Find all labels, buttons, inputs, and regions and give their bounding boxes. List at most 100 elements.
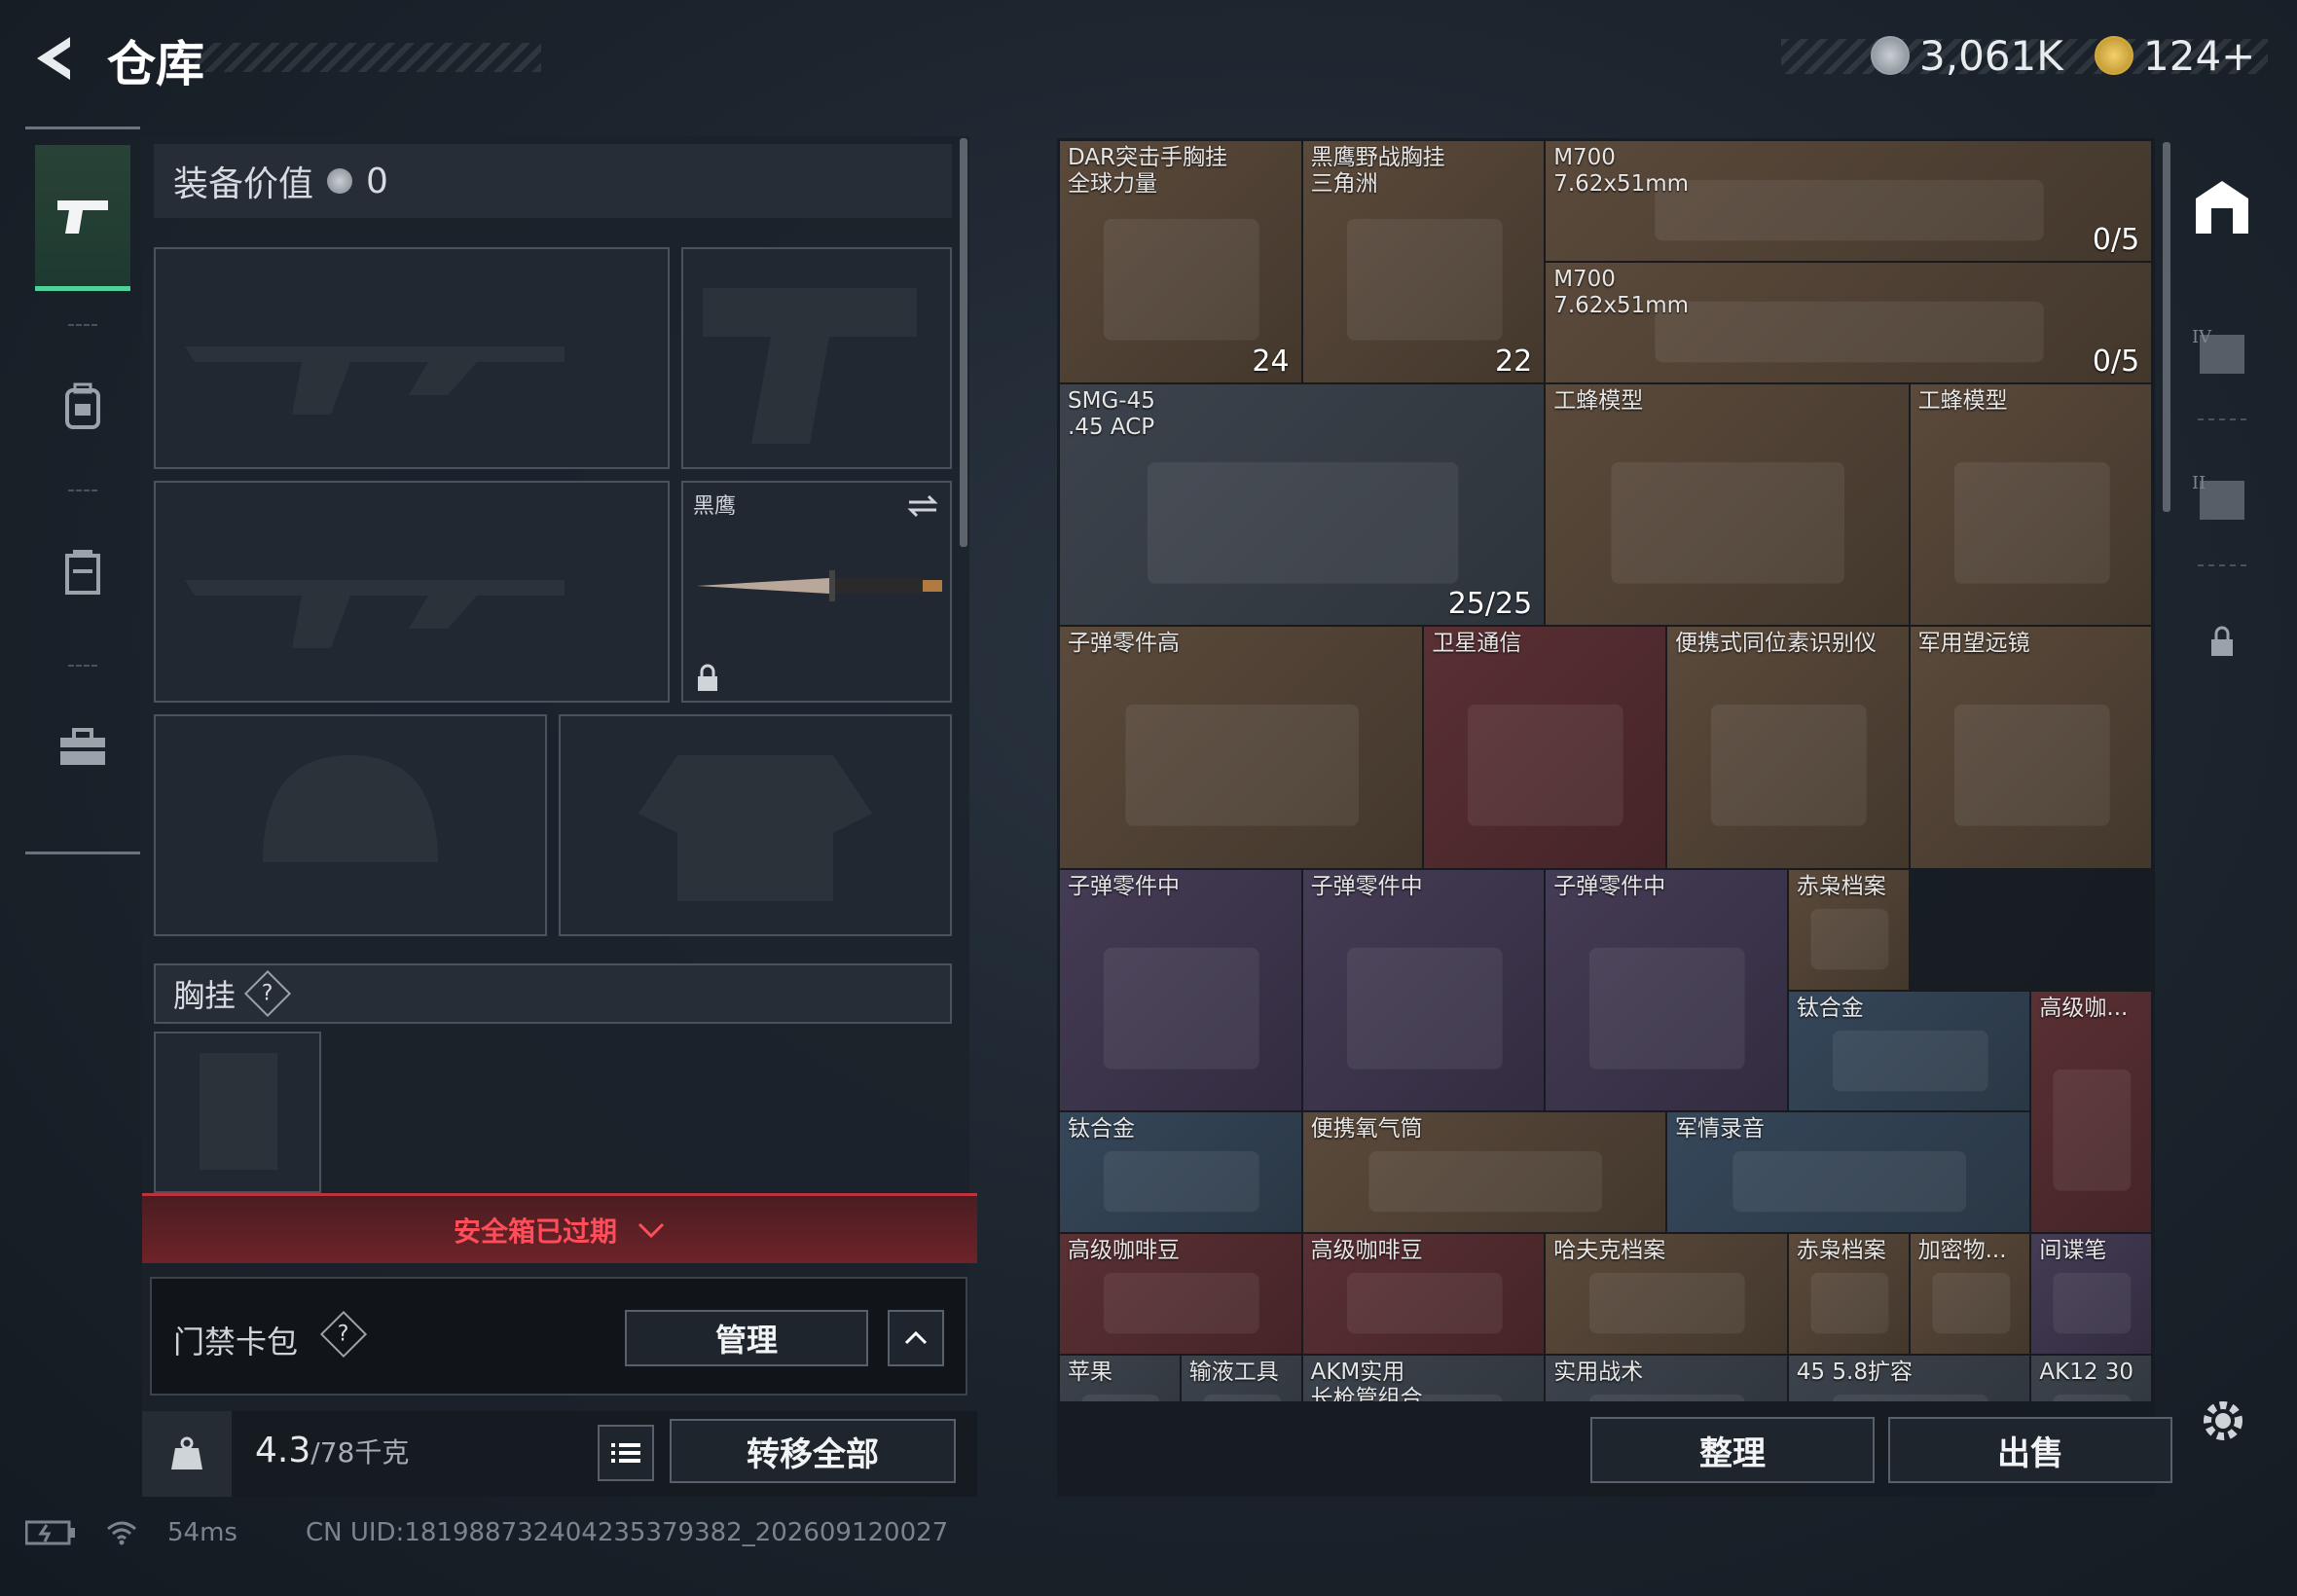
collapse-button[interactable] xyxy=(888,1310,944,1366)
item-name: M700 7.62x51mm xyxy=(1553,145,1690,197)
item-count: 0/5 xyxy=(2092,222,2140,257)
storage-tab-main[interactable] xyxy=(2190,175,2254,243)
storage-item[interactable]: 赤枭档案 xyxy=(1787,868,1910,991)
silver-currency: 3,061K xyxy=(1871,27,2063,84)
svg-text:IV: IV xyxy=(2192,327,2212,347)
nav-weapons[interactable] xyxy=(35,145,130,291)
storage-item[interactable]: 哈夫克档案 xyxy=(1545,1233,1788,1355)
storage-item[interactable]: M700 7.62x51mm 0/5 xyxy=(1545,261,2153,383)
chest-rig-slot[interactable] xyxy=(154,1032,321,1193)
storage-item[interactable]: M700 7.62x51mm 0/5 xyxy=(1545,140,2153,262)
storage-item[interactable]: 输液工具 xyxy=(1180,1355,1302,1401)
nav-backpack[interactable] xyxy=(35,334,130,480)
user-id: CN UID:181988732404235379382_20260912002… xyxy=(305,1518,949,1547)
item-image xyxy=(1710,705,1867,826)
storage-item[interactable]: 便携氧气筒 xyxy=(1301,1111,1666,1234)
list-view-button[interactable] xyxy=(598,1425,654,1481)
weight-icon xyxy=(171,1436,202,1469)
item-image xyxy=(1589,947,1745,1070)
storage-item[interactable]: 卫星通信 xyxy=(1423,626,1666,869)
storage-item[interactable]: 钛合金 xyxy=(1059,1111,1302,1234)
pistol-silhouette-icon xyxy=(703,288,917,444)
gear-icon xyxy=(2204,1401,2242,1440)
help-mark: ? xyxy=(338,1322,349,1347)
manage-button[interactable]: 管理 xyxy=(625,1310,868,1366)
back-button[interactable] xyxy=(25,29,84,88)
storage-item[interactable]: AKM实用 长枪管组合 xyxy=(1301,1355,1546,1401)
storage-expansion-icon: IV xyxy=(2192,327,2244,374)
sort-button[interactable]: 整理 xyxy=(1590,1417,1875,1483)
equipment-value-label: 装备价值 xyxy=(173,164,314,204)
battery-icon xyxy=(25,1520,75,1545)
nav-divider xyxy=(68,324,97,326)
category-nav xyxy=(25,127,140,854)
gold-amount: 124+ xyxy=(2143,31,2256,80)
help-icon[interactable]: ? xyxy=(319,1310,368,1359)
storage-item[interactable]: 高级咖啡豆 xyxy=(1059,1233,1302,1355)
help-mark: ? xyxy=(262,981,273,1006)
storage-item[interactable]: 钛合金 xyxy=(1787,990,2031,1112)
storage-item[interactable]: AK12 30 xyxy=(2030,1355,2153,1401)
item-name: 45 5.8扩容 xyxy=(1796,1360,1913,1385)
status-footer: 54ms CN UID:181988732404235379382_202609… xyxy=(25,1518,948,1547)
item-name: 卫星通信 xyxy=(1432,631,1522,657)
secondary-weapon-slot[interactable] xyxy=(154,481,670,703)
storage-item[interactable]: 高级咖啡豆 xyxy=(1301,1233,1546,1355)
storage-item[interactable]: 间谍笔 xyxy=(2030,1233,2153,1355)
storage-item[interactable]: 实用战术 xyxy=(1545,1355,1788,1401)
safebox-expired-bar[interactable]: 安全箱已过期 xyxy=(142,1193,977,1263)
item-name: 钛合金 xyxy=(1796,995,1864,1021)
storage-item[interactable]: 军情录音 xyxy=(1666,1111,2031,1234)
item-name: 黑鹰野战胸挂 三角洲 xyxy=(1310,145,1445,197)
lock-icon xyxy=(698,664,717,691)
chevron-down-icon xyxy=(638,1222,665,1238)
item-name: 子弹零件高 xyxy=(1068,631,1180,657)
storage-grid: DAR突击手胸挂 全球力量 24 黑鹰野战胸挂 三角洲 22 M700 7.62x51m… xyxy=(1059,140,2153,1401)
loadout-scrollbar[interactable] xyxy=(960,138,967,547)
storage-item[interactable]: 子弹零件中 xyxy=(1059,868,1302,1112)
storage-tab-4[interactable]: IV xyxy=(2190,321,2254,383)
item-image xyxy=(1103,947,1259,1070)
storage-item[interactable]: 苹果 xyxy=(1059,1355,1181,1401)
helmet-slot[interactable] xyxy=(154,714,547,936)
pistol-slot[interactable] xyxy=(681,247,952,469)
settings-button[interactable] xyxy=(2196,1394,2250,1452)
storage-tab-2[interactable]: II xyxy=(2190,467,2254,529)
equipment-value: 0 xyxy=(366,161,388,201)
storage-tab-locked[interactable] xyxy=(2207,625,2237,662)
item-name: 军用望远镜 xyxy=(1917,631,2030,657)
nav-toolbox[interactable] xyxy=(35,674,130,820)
nav-chest-rig[interactable] xyxy=(35,499,130,645)
storage-item[interactable]: 便携式同位素识别仪 xyxy=(1666,626,1910,869)
storage-item[interactable]: 子弹零件高 xyxy=(1059,626,1424,869)
storage-item[interactable]: 工蜂模型 xyxy=(1545,382,1910,627)
storage-item[interactable]: 加密物... xyxy=(1909,1233,2031,1355)
storage-item[interactable]: 子弹零件中 xyxy=(1545,868,1788,1112)
storage-item[interactable]: 赤枭档案 xyxy=(1787,1233,1910,1355)
melee-slot[interactable]: 黑鹰 xyxy=(681,481,952,703)
storage-item[interactable]: DAR突击手胸挂 全球力量 24 xyxy=(1059,140,1302,383)
storage-item[interactable]: SMG-45 .45 ACP 25/25 xyxy=(1059,382,1546,627)
svg-text:II: II xyxy=(2192,473,2206,493)
primary-weapon-slot[interactable] xyxy=(154,247,670,469)
item-name: 子弹零件中 xyxy=(1068,873,1180,899)
backpack-icon xyxy=(65,382,100,429)
item-count: 0/5 xyxy=(2092,344,2140,379)
transfer-all-button[interactable]: 转移全部 xyxy=(670,1419,956,1483)
capacity-max: /78千克 xyxy=(310,1436,410,1469)
sell-button[interactable]: 出售 xyxy=(1888,1417,2172,1483)
storage-item[interactable]: 45 5.8扩容 xyxy=(1787,1355,2031,1401)
storage-item[interactable]: 军用望远镜 xyxy=(1909,626,2153,869)
help-icon[interactable]: ? xyxy=(243,969,292,1018)
storage-item[interactable]: 黑鹰野战胸挂 三角洲 22 xyxy=(1301,140,1546,383)
warehouse-icon xyxy=(2196,181,2248,234)
item-name: 输液工具 xyxy=(1188,1360,1279,1385)
storage-item[interactable]: 子弹零件中 xyxy=(1301,868,1546,1112)
swap-icon[interactable] xyxy=(905,492,940,520)
storage-item[interactable]: 高级咖... xyxy=(2030,990,2153,1234)
title-decoration xyxy=(195,43,541,72)
storage-item[interactable]: 工蜂模型 xyxy=(1909,382,2153,627)
item-name: 便携氧气筒 xyxy=(1310,1116,1423,1143)
armor-slot[interactable] xyxy=(559,714,952,936)
gold-currency[interactable]: 124+ xyxy=(2095,27,2255,84)
